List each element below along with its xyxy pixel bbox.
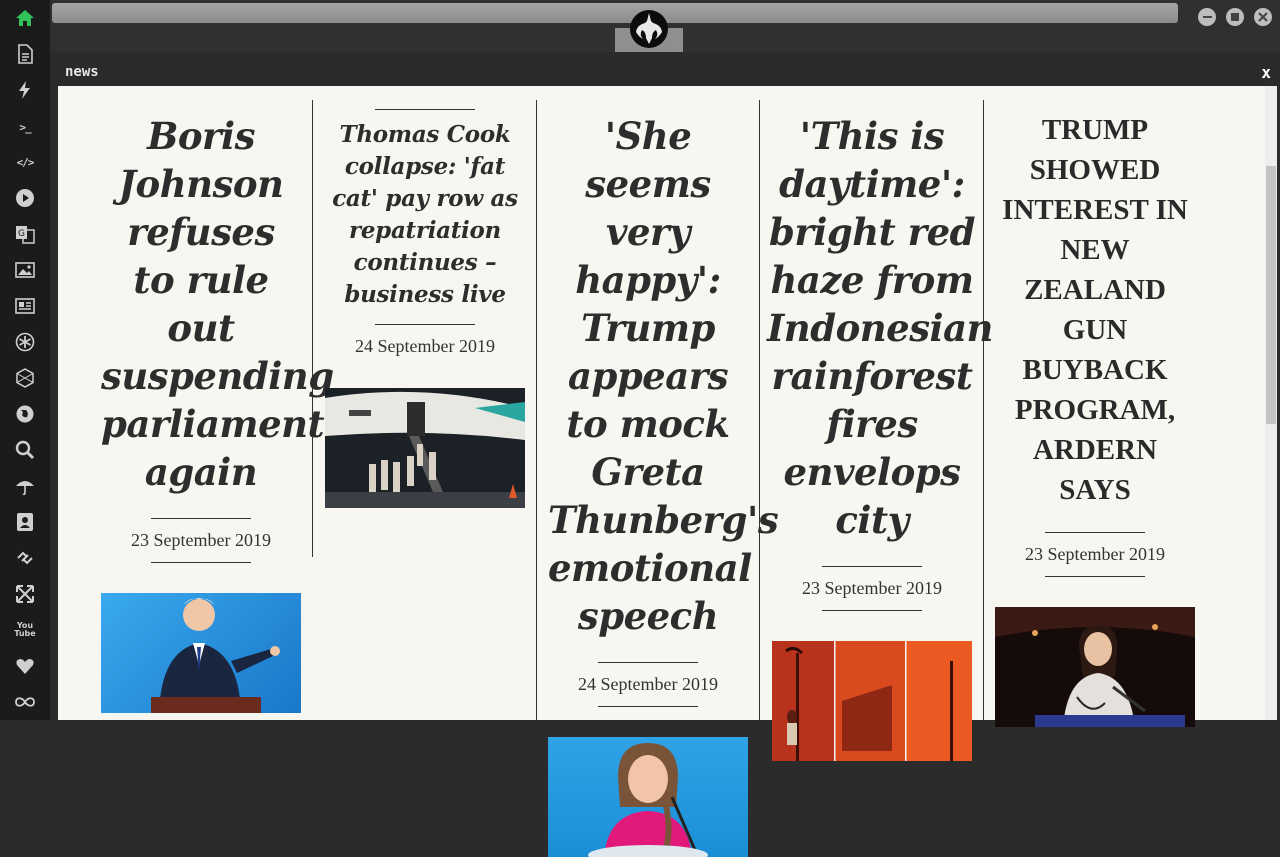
play-icon[interactable]	[12, 185, 38, 211]
column-divider	[312, 100, 313, 557]
divider	[1045, 576, 1145, 577]
column-divider	[536, 100, 537, 720]
heart-icon[interactable]	[12, 653, 38, 679]
article-headline[interactable]: Thomas Cook collapse: 'fat cat' pay row …	[330, 119, 520, 311]
code-label: </>	[16, 155, 35, 169]
terminal-icon[interactable]: >_	[12, 114, 38, 140]
close-icon[interactable]: x	[1261, 63, 1271, 82]
news-titlebar: news x	[58, 60, 1277, 86]
article-date: 24 September 2019	[355, 336, 495, 356]
close-window-button[interactable]	[1254, 8, 1272, 26]
expand-icon[interactable]	[12, 581, 38, 607]
divider	[375, 324, 475, 325]
contact-card-icon[interactable]	[12, 509, 38, 535]
article-card[interactable]: 'This is daytime': bright red haze from …	[767, 112, 993, 761]
youtube-label: You Tube	[14, 621, 36, 638]
article-card[interactable]: Thomas Cook collapse: 'fat cat' pay row …	[325, 109, 525, 508]
terminal-label: >_	[19, 120, 31, 134]
globe-icon[interactable]	[12, 401, 38, 427]
umbrella-icon[interactable]	[12, 473, 38, 499]
article-headline[interactable]: 'She seems very happy': Trump appears to…	[548, 112, 779, 640]
app-dock: >_ </> G You Tube	[0, 0, 50, 720]
article-image-boris-johnson[interactable]	[101, 593, 301, 713]
article-image-jacinda-ardern[interactable]	[995, 607, 1195, 727]
news-window: news x Boris Johnson refuses to rule out…	[58, 60, 1277, 857]
divider	[1045, 532, 1145, 533]
divider	[151, 518, 251, 519]
youtube-icon[interactable]: You Tube	[12, 617, 38, 643]
minimize-button[interactable]	[1198, 8, 1216, 26]
window-title: news	[65, 64, 99, 80]
address-bar[interactable]	[52, 3, 1178, 23]
image-icon[interactable]	[12, 257, 38, 283]
article-card[interactable]: Boris Johnson refuses to rule out suspen…	[101, 112, 334, 713]
link-icon[interactable]	[12, 545, 38, 571]
rebel-alliance-logo-icon	[630, 10, 668, 48]
scrollbar-thumb[interactable]	[1266, 166, 1276, 424]
article-headline[interactable]: TRUMP SHOWED INTEREST IN NEW ZEALAND GUN…	[995, 110, 1195, 510]
infinity-icon[interactable]	[12, 689, 38, 715]
divider	[822, 610, 922, 611]
divider	[151, 562, 251, 563]
divider	[598, 706, 698, 707]
article-card[interactable]: 'She seems very happy': Trump appears to…	[548, 112, 779, 857]
article-headline[interactable]: 'This is daytime': bright red haze from …	[767, 112, 993, 544]
article-image-red-haze[interactable]	[772, 641, 972, 761]
column-divider	[983, 100, 984, 720]
svg-text:G: G	[18, 229, 25, 239]
lightning-icon[interactable]	[12, 77, 38, 103]
home-icon[interactable]	[12, 5, 38, 31]
article-date: 23 September 2019	[1025, 544, 1165, 564]
column-divider	[759, 100, 760, 720]
news-icon[interactable]	[12, 293, 38, 319]
divider	[598, 662, 698, 663]
article-date: 23 September 2019	[802, 578, 942, 598]
code-icon[interactable]: </>	[12, 149, 38, 175]
article-image-thomas-cook[interactable]	[325, 388, 525, 508]
translate-icon[interactable]: G	[12, 221, 38, 247]
article-date: 23 September 2019	[131, 530, 271, 550]
settings-cog-icon[interactable]	[12, 329, 38, 355]
article-headline[interactable]: Boris Johnson refuses to rule out suspen…	[101, 112, 334, 496]
divider	[375, 109, 475, 110]
hexagon-icon[interactable]	[12, 365, 38, 391]
divider	[822, 566, 922, 567]
search-icon[interactable]	[12, 437, 38, 463]
article-card[interactable]: TRUMP SHOWED INTEREST IN NEW ZEALAND GUN…	[995, 110, 1195, 727]
maximize-button[interactable]	[1226, 8, 1244, 26]
top-bar	[50, 0, 1280, 52]
article-date: 24 September 2019	[578, 674, 718, 694]
document-icon[interactable]	[12, 41, 38, 67]
article-image-greta-thunberg[interactable]	[548, 737, 748, 857]
